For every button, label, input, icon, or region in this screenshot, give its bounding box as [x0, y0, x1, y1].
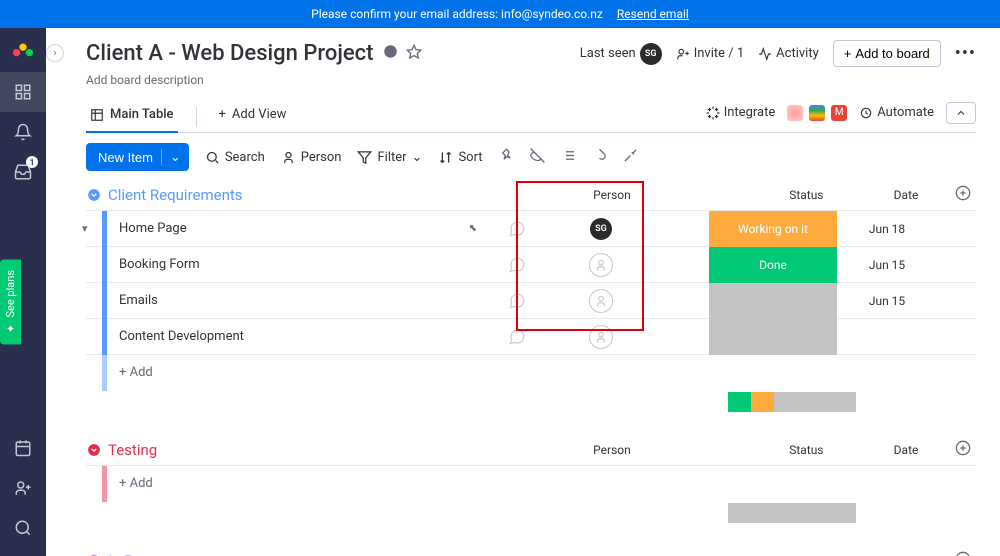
- add-column-icon[interactable]: [950, 185, 976, 204]
- column-header-person[interactable]: Person: [556, 188, 668, 202]
- group-client-req: Client Requirements Person StatusDate ▾ Ho…: [86, 185, 976, 412]
- date-cell[interactable]: Jun 15: [837, 294, 937, 308]
- add-item-button[interactable]: + Add: [107, 365, 497, 380]
- banner-text: Please confirm your email address: info@…: [311, 7, 603, 21]
- person-cell[interactable]: [537, 253, 665, 277]
- chat-icon[interactable]: [497, 256, 537, 274]
- add-to-board-button[interactable]: + Add to board: [833, 40, 941, 67]
- hide-icon[interactable]: [530, 148, 545, 167]
- app-icon-2[interactable]: [809, 105, 825, 121]
- workspaces-icon[interactable]: [0, 72, 46, 112]
- column-header-date[interactable]: Date: [862, 188, 949, 202]
- date-cell[interactable]: Jun 15: [837, 258, 937, 272]
- add-item-button[interactable]: + Add: [107, 476, 497, 491]
- table-row[interactable]: ▾ Home Page⬉ SG Working on it Jun 18: [86, 210, 976, 246]
- status-cell[interactable]: Done: [709, 247, 837, 283]
- chat-icon[interactable]: [497, 292, 537, 310]
- column-header-person[interactable]: Person: [556, 443, 668, 457]
- status-summary: [556, 392, 976, 412]
- add-column-icon[interactable]: [950, 551, 976, 556]
- pin-icon[interactable]: [499, 148, 514, 167]
- status-cell[interactable]: Working on it: [709, 211, 837, 247]
- column-header-status[interactable]: Status: [750, 188, 862, 202]
- inbox-badge: 1: [26, 156, 38, 168]
- collapse-group-icon[interactable]: [86, 187, 102, 203]
- group-title[interactable]: Testing: [108, 441, 157, 459]
- chat-icon[interactable]: [497, 328, 537, 346]
- board-title[interactable]: Client A - Web Design Project: [86, 41, 373, 66]
- person-cell[interactable]: [537, 325, 665, 349]
- collapse-header-icon[interactable]: [946, 102, 976, 124]
- collapse-sidebar-icon[interactable]: ›: [46, 44, 64, 62]
- table-row[interactable]: Booking Form Done Jun 15: [86, 246, 976, 282]
- item-name[interactable]: Content Development: [107, 329, 497, 344]
- see-plans-button[interactable]: ✦ See plans: [0, 260, 21, 345]
- resend-email-link[interactable]: Resend email: [617, 7, 689, 21]
- column-header-status[interactable]: Status: [750, 443, 862, 457]
- filter-button[interactable]: Filter ⌄: [357, 150, 422, 165]
- invite-members-icon[interactable]: [0, 468, 46, 508]
- last-seen[interactable]: Last seenSG: [580, 43, 662, 65]
- item-name[interactable]: Booking Form: [107, 257, 497, 272]
- inbox-icon[interactable]: 1: [0, 152, 46, 192]
- cursor-icon: ⬉: [469, 223, 477, 234]
- info-icon[interactable]: [383, 44, 398, 63]
- group-title[interactable]: In Progress: [108, 552, 184, 556]
- table-row[interactable]: Emails Jun 15: [86, 282, 976, 318]
- group-title[interactable]: Client Requirements: [108, 186, 243, 204]
- item-name[interactable]: Home Page⬉: [107, 221, 497, 236]
- person-cell[interactable]: SG: [537, 218, 665, 240]
- status-cell[interactable]: [709, 283, 837, 319]
- date-cell[interactable]: Jun 18: [837, 222, 937, 236]
- automate-button[interactable]: Automate: [859, 105, 934, 120]
- tab-add-view[interactable]: + Add View: [215, 101, 291, 132]
- person-filter-button[interactable]: Person: [281, 150, 342, 165]
- gmail-icon[interactable]: M: [831, 105, 847, 121]
- chat-icon[interactable]: [497, 220, 537, 238]
- avatar: SG: [640, 43, 662, 65]
- tab-main-table[interactable]: Main Table: [86, 101, 178, 132]
- status-summary: [556, 503, 976, 523]
- item-name[interactable]: Emails: [107, 293, 497, 308]
- height-icon[interactable]: [561, 148, 576, 167]
- integrate-button[interactable]: Integrate: [706, 105, 776, 120]
- activity-button[interactable]: Activity: [758, 46, 819, 61]
- new-item-button[interactable]: New Item⌄: [86, 143, 189, 171]
- logo-icon: [12, 38, 34, 60]
- integration-apps[interactable]: M: [787, 105, 847, 121]
- color-icon[interactable]: [592, 148, 607, 167]
- chevron-down-icon[interactable]: ⌄: [161, 149, 181, 165]
- notifications-icon[interactable]: [0, 112, 46, 152]
- row-menu-icon[interactable]: ▾: [82, 222, 88, 235]
- collapse-group-icon[interactable]: [86, 553, 102, 556]
- group-in-progress: In ProgressPersonStatusDate Item 4 + Add: [86, 551, 976, 556]
- column-header-date[interactable]: Date: [862, 443, 949, 457]
- person-cell[interactable]: [537, 289, 665, 313]
- add-column-icon[interactable]: [950, 440, 976, 459]
- sort-button[interactable]: Sort: [438, 150, 482, 165]
- search-everything-icon[interactable]: [0, 508, 46, 548]
- tools-icon[interactable]: [623, 148, 638, 167]
- group-testing: Testing Person StatusDate + Add: [86, 440, 976, 523]
- favorite-star-icon[interactable]: [406, 44, 422, 64]
- board-description[interactable]: Add board description: [86, 73, 976, 87]
- email-confirm-banner: Please confirm your email address: info@…: [0, 0, 1000, 28]
- board-menu-icon[interactable]: •••: [955, 43, 976, 64]
- my-work-icon[interactable]: [0, 428, 46, 468]
- collapse-group-icon[interactable]: [86, 442, 102, 458]
- search-button[interactable]: Search: [205, 150, 265, 165]
- status-cell[interactable]: [709, 319, 837, 355]
- app-icon-1[interactable]: [787, 105, 803, 121]
- table-row[interactable]: Content Development: [86, 318, 976, 354]
- invite-button[interactable]: Invite / 1: [676, 46, 744, 61]
